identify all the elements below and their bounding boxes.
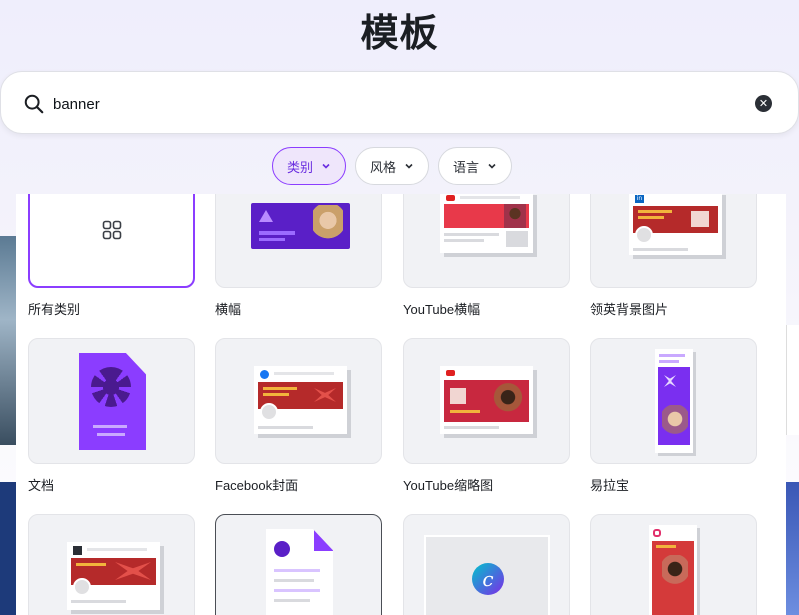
category-card-facebook-cover[interactable] [215, 338, 382, 464]
category-card-banner[interactable] [215, 194, 382, 288]
facebook-icon [260, 370, 269, 379]
category-label: 文档 [28, 478, 55, 493]
person-photo [313, 205, 343, 249]
category-card-youtube-banner[interactable] [403, 194, 570, 288]
filter-style[interactable]: 风格 [355, 147, 430, 185]
document-thumbnail [79, 353, 146, 450]
filter-style-label: 风格 [370, 160, 397, 176]
category-card-instagram-story[interactable] [590, 514, 757, 615]
twitch-icon [73, 546, 82, 555]
logo-icon [259, 210, 273, 222]
chevron-down-icon [405, 163, 413, 169]
youtube-banner-thumbnail [440, 194, 533, 253]
category-card-twitch[interactable] [28, 514, 195, 615]
category-label: YouTube横幅 [403, 302, 481, 317]
search-input[interactable] [53, 91, 703, 117]
category-card-document[interactable] [28, 338, 195, 464]
twitch-banner-thumbnail [67, 542, 160, 610]
document-thumbnail [266, 529, 333, 615]
filter-language-label: 语言 [453, 160, 480, 176]
background-image-right [786, 325, 799, 435]
filter-category-label: 类别 [287, 160, 314, 176]
youtube-icon [446, 370, 455, 376]
category-label: 易拉宝 [590, 478, 630, 493]
rollup-banner-thumbnail [655, 349, 693, 453]
canva-logo-icon: c [472, 563, 504, 595]
category-label: 所有类别 [28, 302, 81, 317]
filter-bar: 类别 风格 语言 [272, 147, 513, 185]
category-label: 横幅 [215, 302, 242, 317]
category-card-canva[interactable]: c [403, 514, 570, 615]
category-label: YouTube缩略图 [403, 478, 494, 493]
filter-language[interactable]: 语言 [438, 147, 513, 185]
background-image-right-bottom [786, 482, 799, 615]
category-card-youtube-thumbnail[interactable] [403, 338, 570, 464]
category-label: Facebook封面 [215, 478, 299, 493]
category-dropdown-panel: 所有类别 横幅 YouTube横幅 in 领英背景图片 文档 Facebook封… [16, 194, 786, 615]
category-card-all[interactable] [28, 194, 195, 288]
facebook-cover-thumbnail [254, 366, 347, 434]
background-image-left-bottom [0, 482, 16, 615]
canva-logo-thumbnail: c [424, 535, 550, 615]
banner-thumbnail [251, 203, 350, 249]
filter-category[interactable]: 类别 [272, 147, 347, 185]
youtube-thumbnail-thumbnail [440, 366, 533, 434]
linkedin-icon: in [635, 195, 644, 203]
category-card-document-2[interactable] [215, 514, 382, 615]
page-title: 模板 [360, 11, 439, 55]
instagram-icon [653, 529, 661, 537]
chevron-down-icon [488, 163, 496, 169]
search-icon [24, 94, 44, 114]
category-card-rollup-banner[interactable] [590, 338, 757, 464]
category-card-linkedin[interactable]: in [590, 194, 757, 288]
grid-icon [102, 220, 122, 240]
close-icon[interactable]: ✕ [755, 95, 772, 112]
linkedin-background-thumbnail: in [629, 194, 722, 255]
flower-icon [274, 541, 290, 557]
search-box[interactable]: ✕ [0, 71, 799, 134]
background-image-left [0, 236, 16, 445]
youtube-icon [446, 195, 455, 201]
chevron-down-icon [322, 163, 330, 169]
category-label: 领英背景图片 [590, 302, 669, 317]
instagram-story-thumbnail [649, 525, 697, 615]
flower-icon [91, 367, 131, 407]
